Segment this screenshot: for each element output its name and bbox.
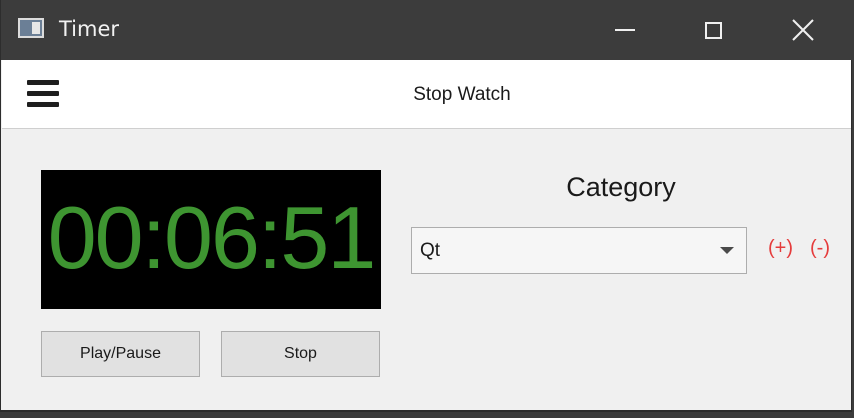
category-select[interactable]: Qt: [411, 227, 747, 274]
hamburger-menu-icon[interactable]: [27, 79, 59, 111]
title-bar[interactable]: Timer: [1, 0, 853, 60]
stop-button[interactable]: Stop: [221, 331, 380, 377]
maximize-button[interactable]: [667, 0, 759, 60]
category-select-value: Qt: [420, 240, 441, 261]
close-button[interactable]: [757, 0, 849, 60]
toolbar: Stop Watch: [2, 60, 851, 129]
minimize-button[interactable]: [579, 0, 671, 60]
chevron-down-icon: [720, 247, 734, 254]
category-label: Category: [566, 172, 676, 202]
timer-window: Timer Stop Watch 00:06:51 Play/Pause Sto…: [0, 0, 853, 412]
remove-category-button[interactable]: (-): [810, 237, 830, 260]
close-icon: [792, 19, 814, 41]
minimize-icon: [615, 29, 635, 31]
app-icon: [18, 18, 44, 38]
toolbar-title: Stop Watch: [413, 84, 511, 105]
menu-line: [27, 91, 59, 96]
menu-line: [27, 102, 59, 107]
menu-line: [27, 80, 59, 85]
play-pause-button[interactable]: Play/Pause: [41, 331, 200, 377]
time-display: 00:06:51: [41, 170, 381, 309]
maximize-icon: [704, 21, 722, 39]
elapsed-time: 00:06:51: [47, 188, 377, 287]
add-category-button[interactable]: (+): [768, 237, 793, 260]
window-title: Timer: [59, 17, 120, 41]
